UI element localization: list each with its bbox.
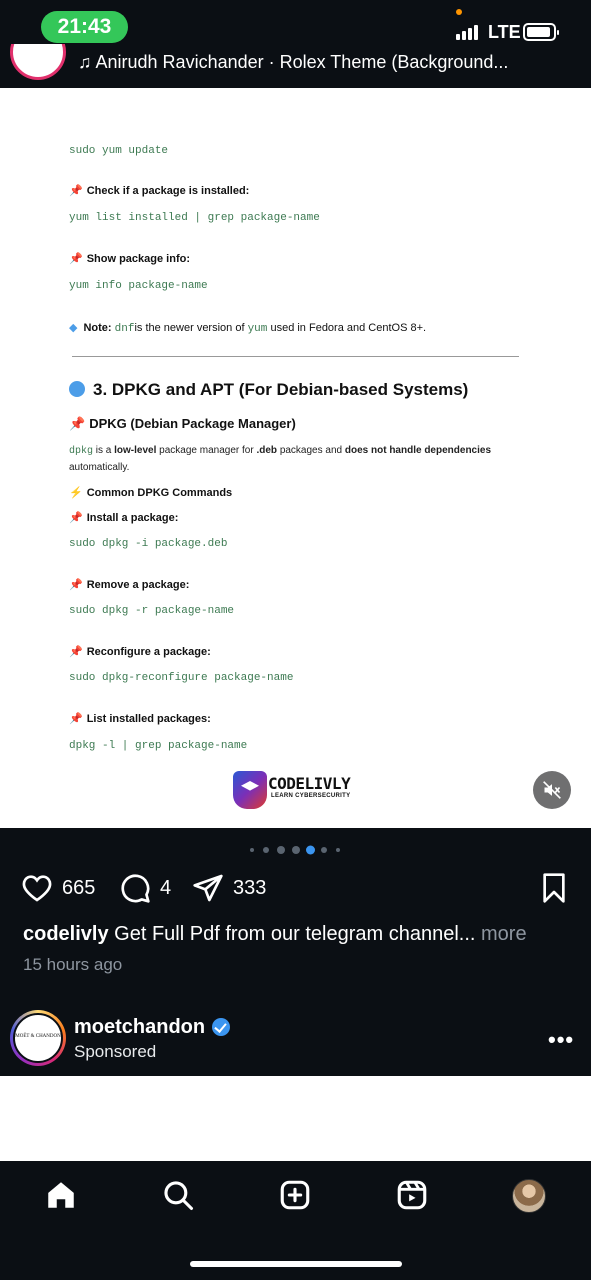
code-yum-update: sudo yum update xyxy=(69,145,169,157)
home-icon[interactable] xyxy=(44,1178,78,1212)
label-install: 📌 Install a package: xyxy=(69,512,179,524)
dpkg-description: dpkg is a low-level package manager for … xyxy=(69,445,492,473)
label-common-commands: ⚡ Common DPKG Commands xyxy=(69,487,233,499)
comment-icon[interactable] xyxy=(118,872,152,904)
pushpin-icon: 📌 xyxy=(69,185,83,197)
code-dpkg-remove: sudo dpkg -r package-name xyxy=(69,605,235,617)
post-image[interactable]: sudo yum update 📌 Check if a package is i… xyxy=(0,88,591,828)
pushpin-icon: 📌 xyxy=(69,416,86,431)
caption-more-link[interactable]: more xyxy=(481,923,527,945)
status-time: 21:43 xyxy=(41,11,128,43)
label-list-installed: 📌 List installed packages: xyxy=(69,713,211,725)
audio-title[interactable]: ♫ Anirudh Ravichander · Rolex Theme (Bac… xyxy=(78,52,508,73)
label-remove: 📌 Remove a package: xyxy=(69,579,190,591)
signal-icon xyxy=(456,24,482,40)
blue-circle-icon xyxy=(69,381,85,397)
comment-count[interactable]: 4 xyxy=(160,877,171,900)
carousel-dot xyxy=(277,846,285,854)
sponsored-media[interactable] xyxy=(0,1076,591,1161)
divider xyxy=(72,356,519,357)
carousel-dot xyxy=(336,848,340,852)
code-yum-list: yum list installed | grep package-name xyxy=(69,212,320,224)
caption-text: Get Full Pdf from our telegram channel..… xyxy=(114,923,476,945)
section-heading: 3. DPKG and APT (For Debian-based System… xyxy=(69,380,468,400)
sponsored-label: Sponsored xyxy=(74,1042,157,1061)
post-time: 15 hours ago xyxy=(23,955,123,974)
label-check-installed: 📌 Check if a package is installed: xyxy=(69,185,250,197)
carousel-dot xyxy=(263,847,269,853)
note-dnf: ◆ Note: dnfis the newer version of yum us… xyxy=(69,322,427,335)
mute-button[interactable] xyxy=(533,771,571,809)
post-header[interactable]: ♫ Anirudh Ravichander · Rolex Theme (Bac… xyxy=(0,44,591,88)
share-count[interactable]: 333 xyxy=(233,877,266,900)
bookmark-icon[interactable] xyxy=(538,872,570,904)
send-icon[interactable] xyxy=(190,872,226,904)
carousel-dot xyxy=(292,846,300,854)
codelivly-logo-icon xyxy=(233,771,267,809)
more-options-icon[interactable]: ••• xyxy=(548,1027,574,1053)
label-show-info: 📌 Show package info: xyxy=(69,253,190,265)
pushpin-icon: 📌 xyxy=(69,253,83,265)
post-actions: 665 4 333 xyxy=(0,866,591,910)
logo-title: CODELIVLY xyxy=(268,774,351,793)
search-icon[interactable] xyxy=(161,1178,195,1212)
caption-username[interactable]: codelivly xyxy=(23,923,109,945)
home-indicator[interactable] xyxy=(190,1261,402,1267)
sponsor-avatar[interactable]: MOËT & CHANDON xyxy=(10,1010,66,1066)
pushpin-icon: 📌 xyxy=(69,579,83,591)
pushpin-icon: 📌 xyxy=(69,713,83,725)
like-count[interactable]: 665 xyxy=(62,877,95,900)
profile-avatar[interactable] xyxy=(512,1179,546,1213)
battery-icon xyxy=(523,23,559,41)
carousel-dot-active xyxy=(306,845,315,855)
sponsor-logo: MOËT & CHANDON xyxy=(13,1013,63,1063)
pushpin-icon: 📌 xyxy=(69,512,83,524)
post-caption[interactable]: codelivly Get Full Pdf from our telegram… xyxy=(23,923,527,946)
code-dpkg-list: dpkg -l | grep package-name xyxy=(69,740,248,752)
logo-subtitle: LEARN CYBERSECURITY xyxy=(271,793,351,799)
code-yum-info: yum info package-name xyxy=(69,280,208,292)
pushpin-icon: 📌 xyxy=(69,646,83,658)
reels-icon[interactable] xyxy=(395,1178,429,1212)
author-avatar[interactable] xyxy=(10,44,66,80)
carousel-dot xyxy=(250,848,254,852)
verified-badge-icon xyxy=(212,1018,230,1036)
code-dpkg-install: sudo dpkg -i package.deb xyxy=(69,538,228,550)
carousel-dot xyxy=(321,847,327,853)
sponsor-name[interactable]: moetchandon xyxy=(74,1016,205,1039)
privacy-indicator xyxy=(456,9,462,15)
network-label: LTE xyxy=(488,22,521,42)
plus-square-icon[interactable] xyxy=(278,1178,312,1212)
code-dpkg-reconfigure: sudo dpkg-reconfigure package-name xyxy=(69,672,294,684)
lightning-icon: ⚡ xyxy=(69,487,83,499)
subsection-heading: 📌 DPKG (Debian Package Manager) xyxy=(69,416,296,431)
heart-icon[interactable] xyxy=(20,872,54,904)
diamond-icon: ◆ xyxy=(69,322,78,334)
carousel-indicator xyxy=(250,845,350,855)
muted-speaker-icon xyxy=(543,781,561,799)
label-reconfigure: 📌 Reconfigure a package: xyxy=(69,646,211,658)
